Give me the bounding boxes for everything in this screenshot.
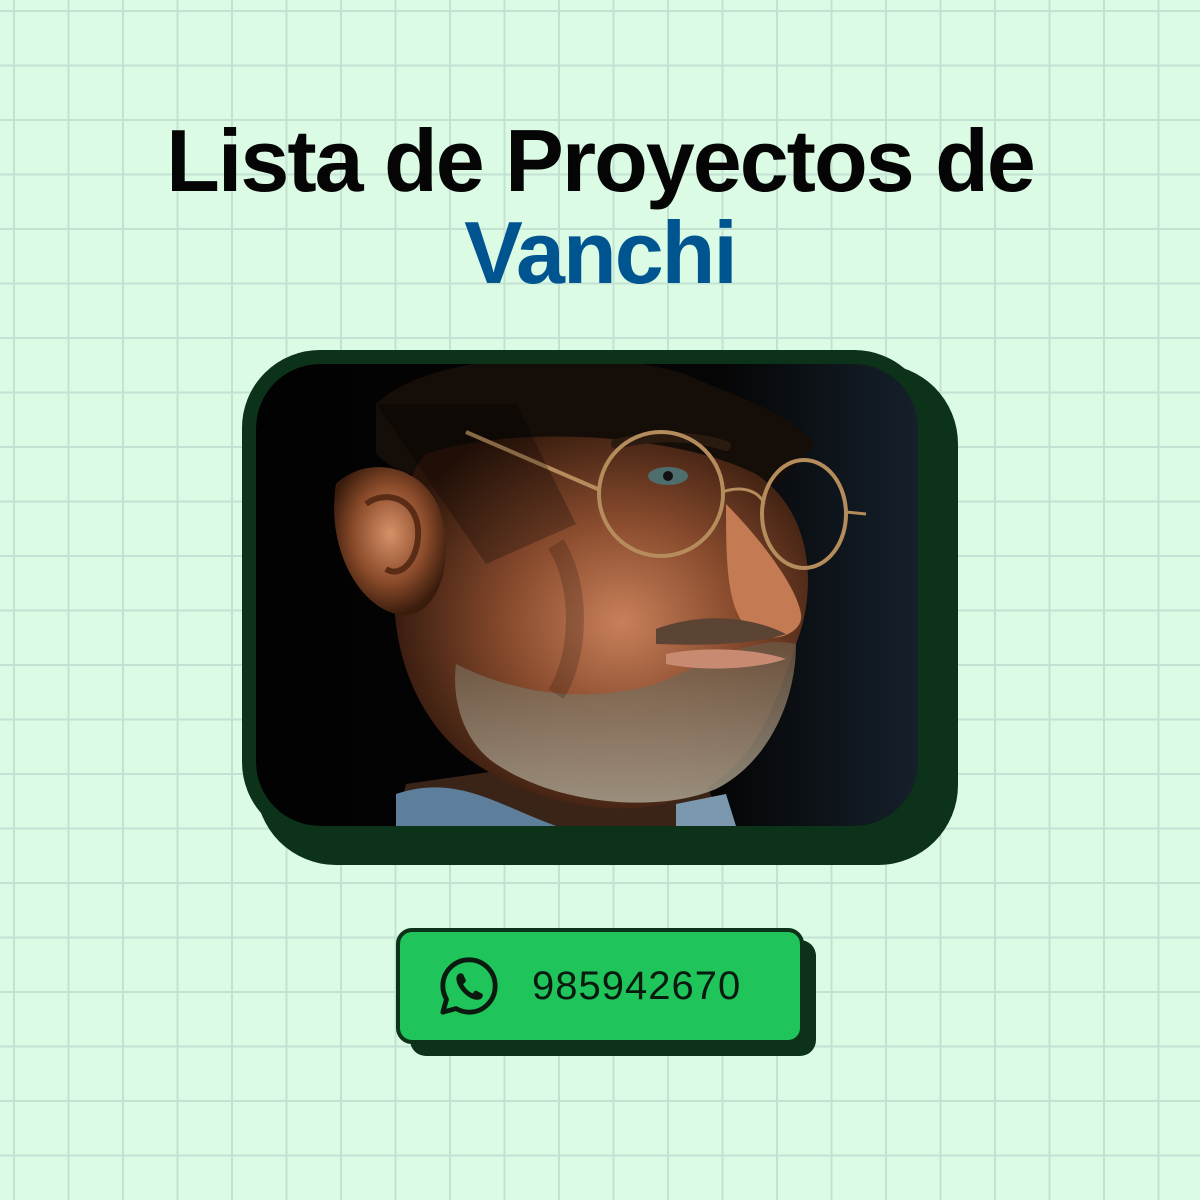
- portrait-photo: [242, 350, 932, 840]
- whatsapp-contact-button[interactable]: 985942670: [396, 928, 804, 1044]
- page-title: Lista de Proyectos de Vanchi: [0, 115, 1200, 299]
- phone-number: 985942670: [532, 963, 742, 1008]
- portrait-illustration: [256, 364, 918, 826]
- title-line: Lista de Proyectos de: [166, 111, 1036, 210]
- whatsapp-icon: [440, 957, 498, 1015]
- title-highlight: Vanchi: [464, 203, 738, 302]
